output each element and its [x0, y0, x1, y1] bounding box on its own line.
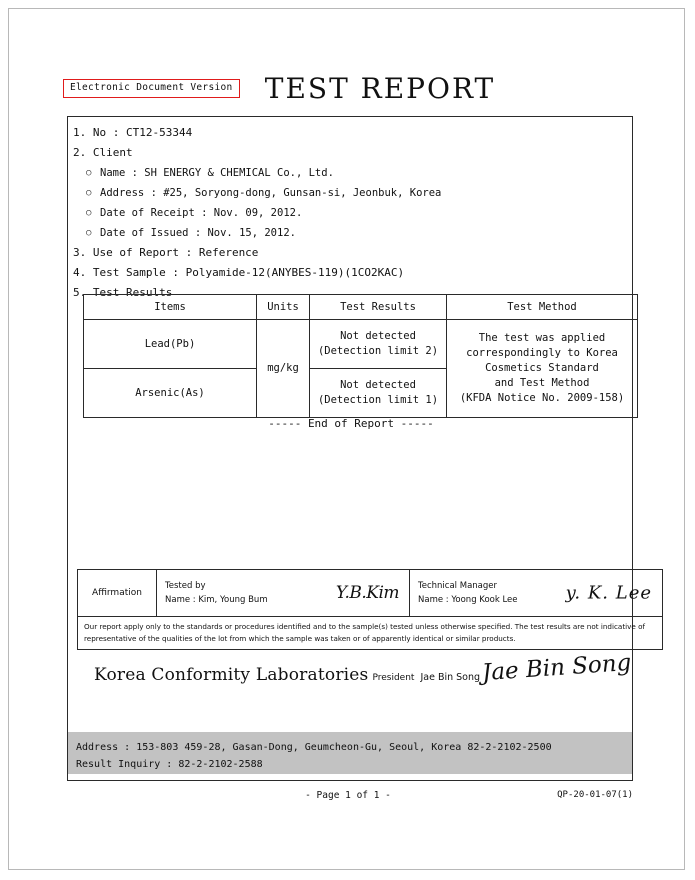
signature-tested-by: Y.B.Kim: [335, 583, 400, 603]
client-name-line: ○ Name : SH ENERGY & CHEMICAL Co., Ltd.: [68, 163, 634, 183]
end-of-report-marker: ----- End of Report -----: [268, 417, 434, 430]
affirmation-label: Affirmation: [77, 569, 157, 617]
test-sample-line: 4. Test Sample : Polyamide-12(ANYBES-119…: [73, 266, 405, 279]
column-header-test-results: Test Results: [309, 294, 447, 320]
disclaimer-text: Our report apply only to the standards o…: [77, 616, 663, 650]
units-value: mg/kg: [256, 319, 310, 418]
laboratory-signature-line: Korea Conformity Laboratories President Ja…: [94, 650, 632, 711]
detection-limit: (Detection limit 1): [317, 394, 439, 406]
address-band: Address : 153-803 459-28, Gasan-Dong, Ge…: [68, 732, 632, 774]
client-section-label: 2. Client: [73, 146, 133, 159]
result-value: Not detected: [340, 330, 416, 342]
result-inquiry-line: Result Inquiry : 82-2-2102-2588: [76, 759, 263, 770]
report-content-frame: 1. No : CT12-53344 2. Client ○ Name : SH…: [67, 116, 663, 781]
table-header-row: Items Units Test Results Test Method: [83, 294, 638, 320]
test-results-table-wrapper: Items Units Test Results Test Method Lea…: [83, 294, 638, 418]
report-details-list: 1. No : CT12-53344 2. Client ○ Name : SH…: [68, 117, 634, 303]
disclaimer-row: Our report apply only to the standards o…: [77, 616, 663, 650]
date-of-issued-line: ○ Date of Issued : Nov. 15, 2012.: [68, 223, 634, 243]
column-header-units: Units: [256, 294, 310, 320]
method-line: The test was applied: [478, 332, 606, 344]
bullet-icon: ○: [86, 188, 92, 198]
page-footer: - Page 1 of 1 - QP-20-01-07(1): [0, 790, 695, 810]
date-of-receipt-line: ○ Date of Receipt : Nov. 09, 2012.: [68, 203, 634, 223]
method-line: Cosmetics Standard: [485, 362, 599, 374]
method-line: correspondingly to Korea: [466, 347, 618, 359]
laboratory-name: Korea Conformity Laboratories: [94, 665, 369, 685]
column-header-test-method: Test Method: [446, 294, 638, 320]
client-address-line: ○ Address : #25, Soryong-dong, Gunsan-si…: [68, 183, 634, 203]
report-number-line: 1. No : CT12-53344: [68, 123, 634, 143]
test-method-description: The test was applied correspondingly to …: [446, 319, 638, 418]
affirmation-table: Affirmation Tested by Name : Kim, Young …: [77, 569, 663, 650]
form-code: QP-20-01-07(1): [557, 790, 633, 800]
signature-president: Jae Bin Song: [481, 649, 633, 687]
client-name-text: Name : SH ENERGY & CHEMICAL Co., Ltd.: [100, 167, 334, 179]
test-results-table: Items Units Test Results Test Method Lea…: [83, 294, 638, 418]
affirmation-row: Affirmation Tested by Name : Kim, Young …: [77, 569, 663, 617]
bullet-icon: ○: [86, 228, 92, 238]
document-page: Electronic Document Version TEST REPORT …: [0, 0, 695, 880]
bullet-icon: ○: [86, 208, 92, 218]
report-number-value: CT12-53344: [125, 126, 193, 139]
test-result-lead: Not detected (Detection limit 2): [309, 319, 447, 369]
signature-technical-manager: y. K. Lee: [565, 582, 652, 604]
page-title: TEST REPORT: [264, 72, 496, 105]
column-header-items: Items: [83, 294, 257, 320]
page-number: - Page 1 of 1 -: [305, 790, 391, 801]
date-of-issued-text: Date of Issued : Nov. 15, 2012.: [100, 227, 296, 239]
result-value: Not detected: [340, 379, 416, 391]
laboratory-president-role: President: [372, 673, 415, 683]
laboratory-president-name: Jae Bin Song: [420, 672, 481, 683]
method-line: (KFDA Notice No. 2009-158): [459, 392, 625, 404]
table-row: Lead(Pb) mg/kg Not detected (Detection l…: [83, 319, 638, 418]
address-line: Address : 153-803 459-28, Gasan-Dong, Ge…: [76, 742, 552, 753]
item-name-arsenic: Arsenic(As): [83, 368, 257, 418]
bullet-icon: ○: [86, 168, 92, 178]
affirmation-block: Affirmation Tested by Name : Kim, Young …: [77, 569, 663, 650]
client-address-text: Address : #25, Soryong-dong, Gunsan-si, …: [100, 187, 442, 199]
use-of-report-line: 3. Use of Report : Reference: [73, 246, 259, 259]
document-header: Electronic Document Version TEST REPORT: [0, 72, 695, 114]
item-name-lead: Lead(Pb): [83, 319, 257, 369]
technical-manager-cell: Technical Manager Name : Yoong Kook Lee …: [409, 569, 663, 617]
test-result-arsenic: Not detected (Detection limit 1): [309, 368, 447, 418]
report-number-label: 1. No :: [73, 126, 126, 139]
method-line: and Test Method: [494, 377, 590, 389]
date-of-receipt-text: Date of Receipt : Nov. 09, 2012.: [100, 207, 303, 219]
detection-limit: (Detection limit 2): [317, 345, 439, 357]
electronic-document-version-stamp: Electronic Document Version: [63, 79, 240, 98]
tested-by-cell: Tested by Name : Kim, Young Bum Y.B.Kim: [156, 569, 410, 617]
